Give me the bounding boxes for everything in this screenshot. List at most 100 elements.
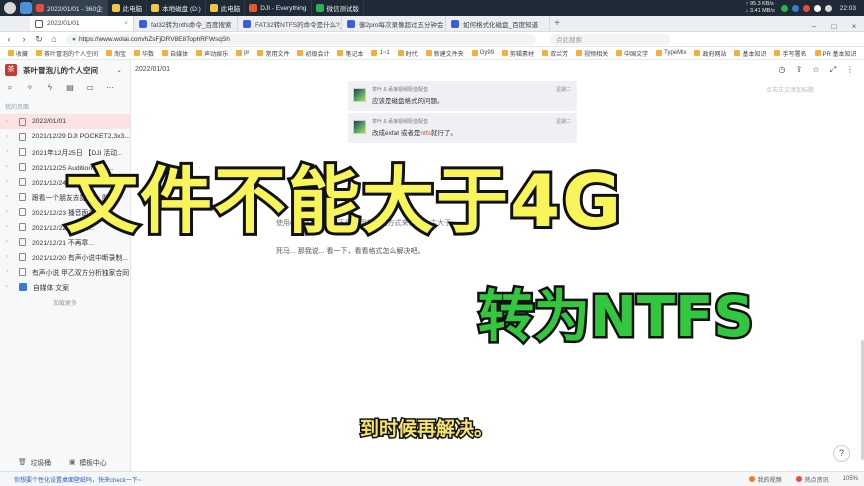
forward-icon[interactable]: › xyxy=(18,34,30,44)
taskbar-tab-explorer[interactable]: 此电脑 xyxy=(108,0,148,16)
bookmark-item[interactable]: 自媒体 xyxy=(162,49,188,58)
bookmark-item[interactable]: Gy99 xyxy=(471,50,494,56)
load-more-link[interactable]: 加载更多 xyxy=(0,298,130,307)
bookmark-item[interactable]: 茶叶冒泡的个人空间 xyxy=(36,49,98,58)
bookmark-item[interactable]: 中国文学 xyxy=(616,49,648,58)
breadcrumb[interactable]: 2022/01/01 xyxy=(135,66,170,73)
taskbar-tab-browser[interactable]: 2022/01/01 - 360企 xyxy=(32,0,108,16)
browser-tab[interactable]: 2022/01/01 × xyxy=(30,16,134,31)
expand-icon[interactable]: › xyxy=(6,179,12,185)
close-window-icon[interactable]: × xyxy=(844,22,864,31)
chevron-down-icon[interactable]: ⌄ xyxy=(116,66,122,74)
bookmark-item[interactable]: 常用文件 xyxy=(257,49,289,58)
bookmark-item[interactable]: 声动娱乐 xyxy=(196,49,228,58)
bookmark-item[interactable]: 初级会计 xyxy=(297,49,329,58)
bookmark-item[interactable]: 政府网站 xyxy=(694,49,726,58)
template-icon[interactable]: ▤ xyxy=(65,83,75,93)
status-item[interactable]: 我的视频 xyxy=(748,475,782,484)
home-icon[interactable]: ⌂ xyxy=(48,34,60,44)
browser-tab[interactable]: fat32转为ntfs命令_百度搜索 xyxy=(134,16,238,31)
quote-block[interactable]: 茶叶 & 承接视频配音配音 应该是磁盘格式的问题。 星期二 xyxy=(348,81,577,111)
zoom-level[interactable]: 105% xyxy=(843,476,858,482)
bookmark-item[interactable]: 视频相关 xyxy=(576,49,608,58)
download-speed: ↓ 3.41 MB/s xyxy=(745,8,775,14)
maximize-icon[interactable]: □ xyxy=(824,22,844,31)
quote-block[interactable]: 茶叶 & 承接视频配音配音 改成exfat 或者是ntfs就行了。 星期二 xyxy=(348,113,577,143)
clock[interactable]: 22:03 xyxy=(840,5,856,12)
bookmark-item[interactable]: 时代 xyxy=(397,49,418,58)
expand-icon[interactable]: › xyxy=(6,164,12,170)
inbox-icon[interactable]: ▭ xyxy=(85,83,95,93)
star-icon[interactable]: ☆ xyxy=(810,65,822,75)
bookmark-item[interactable]: 笔记本 xyxy=(337,49,363,58)
trash-button[interactable]: 🗑 垃圾桶 xyxy=(18,457,51,467)
expand-icon[interactable]: › xyxy=(6,119,12,125)
sidebar-page-item[interactable]: › 2022/01/01 xyxy=(0,114,130,129)
fullscreen-icon[interactable]: ⤢ xyxy=(827,65,839,75)
refresh-icon[interactable]: ↻ xyxy=(33,34,45,45)
bolt-icon[interactable]: ϟ xyxy=(45,83,55,93)
template-center-button[interactable]: ▣ 模板中心 xyxy=(69,457,107,467)
bookmark-item[interactable]: pr xyxy=(236,50,249,56)
app-icon[interactable] xyxy=(20,2,32,14)
share-icon[interactable]: ⇪ xyxy=(793,65,805,75)
help-button[interactable]: ? xyxy=(833,445,850,462)
taskbar-tab-disk[interactable]: 本地磁盘 (D:) xyxy=(147,0,206,16)
browser-tab[interactable]: 如何格式化磁盘_百度知道 xyxy=(446,16,550,31)
expand-icon[interactable]: › xyxy=(6,194,12,200)
bookmark-item[interactable]: 新建文件夹 xyxy=(425,49,464,58)
bookmark-item[interactable]: 淘宝 xyxy=(106,49,126,58)
sidebar-page-item[interactable]: › 2021/12/20 有声小说中断录制... xyxy=(0,249,130,264)
bookmark-item[interactable]: 手写署名 xyxy=(774,49,807,58)
tray-icon[interactable] xyxy=(791,4,799,12)
new-tab-button[interactable]: + xyxy=(550,17,564,31)
tray-icon[interactable] xyxy=(802,4,810,12)
workspace-header[interactable]: 茶 茶叶冒泡儿的个人空间 ⌄ xyxy=(0,60,130,80)
url-input[interactable]: ● https://www.wolai.com/hZsFjDRV8E8TophR… xyxy=(66,33,536,45)
more-icon[interactable]: ⋮ xyxy=(844,65,856,75)
expand-icon[interactable]: › xyxy=(6,269,12,275)
status-promo-link[interactable]: 你想要个性化设置桌面壁纸吗，快来check一下~ xyxy=(14,475,141,484)
add-title-hint[interactable]: 点击正文添加标题 xyxy=(766,85,814,94)
close-icon[interactable]: × xyxy=(124,20,128,27)
expand-icon[interactable]: › xyxy=(6,239,12,245)
status-item[interactable]: 热点资讯 xyxy=(795,475,829,484)
bookmark-item[interactable]: 收藏 xyxy=(8,49,28,58)
bookmark-item[interactable]: 华数 xyxy=(134,49,154,58)
body-text[interactable]: 死马... 那我说... 看一下，看看格式怎么解决吧。 xyxy=(276,246,425,256)
folder-icon xyxy=(209,4,218,12)
minimize-icon[interactable]: – xyxy=(804,22,824,31)
sidebar-page-item[interactable]: › 2021/12/29 DJI POCKET2,3x3... xyxy=(0,129,130,144)
status-item-label: 热点资讯 xyxy=(804,477,829,484)
bookmark-item[interactable]: PR 基本知识 xyxy=(814,49,857,58)
more-icon[interactable]: ⋯ xyxy=(105,83,115,93)
taskbar-tab-explorer-2[interactable]: 此电脑 xyxy=(206,0,246,16)
volume-icon[interactable] xyxy=(824,4,832,12)
expand-icon[interactable]: › xyxy=(6,284,12,290)
star-icon[interactable]: ✧ xyxy=(25,83,35,93)
expand-icon[interactable]: › xyxy=(6,254,12,260)
expand-icon[interactable]: › xyxy=(6,134,12,140)
bookmark-item[interactable]: 双兰芳 xyxy=(542,49,568,58)
tray-icon[interactable] xyxy=(813,4,821,12)
expand-icon[interactable]: › xyxy=(6,209,12,215)
browser-tab[interactable]: FAT32转NTFS的命令是什么?_ xyxy=(238,16,342,31)
browser-tab[interactable]: 御2pro每次录像超过五分钟会 xyxy=(342,16,446,31)
start-icon[interactable] xyxy=(4,2,16,14)
taskbar-tab-wechat[interactable]: 微信测试版 xyxy=(312,0,365,16)
expand-icon[interactable]: › xyxy=(6,224,12,230)
taskbar-tab-everything[interactable]: DJI - Everything xyxy=(245,0,312,16)
search-input[interactable]: 点此搜索 xyxy=(550,33,670,45)
tray-icon[interactable] xyxy=(780,4,788,12)
back-icon[interactable]: ‹ xyxy=(3,34,15,44)
quote-text: 改成exfat 或者是ntfs就行了。 xyxy=(372,127,457,137)
bookmark-item[interactable]: TypeMix xyxy=(656,50,686,56)
bookmark-item[interactable]: 1~1 xyxy=(371,50,390,56)
history-icon[interactable]: ◷ xyxy=(776,65,788,75)
sidebar-item-folder[interactable]: › 自媒体 文案 xyxy=(0,279,130,294)
bookmark-item[interactable]: 剪辑素材 xyxy=(502,49,534,58)
bookmark-item[interactable]: 基本知识 xyxy=(734,49,766,58)
search-icon[interactable]: ⌕ xyxy=(5,83,15,93)
expand-icon[interactable]: › xyxy=(6,149,12,155)
sidebar-page-item[interactable]: › 有声小说 甲乙双方分析独家合同 xyxy=(0,264,130,279)
